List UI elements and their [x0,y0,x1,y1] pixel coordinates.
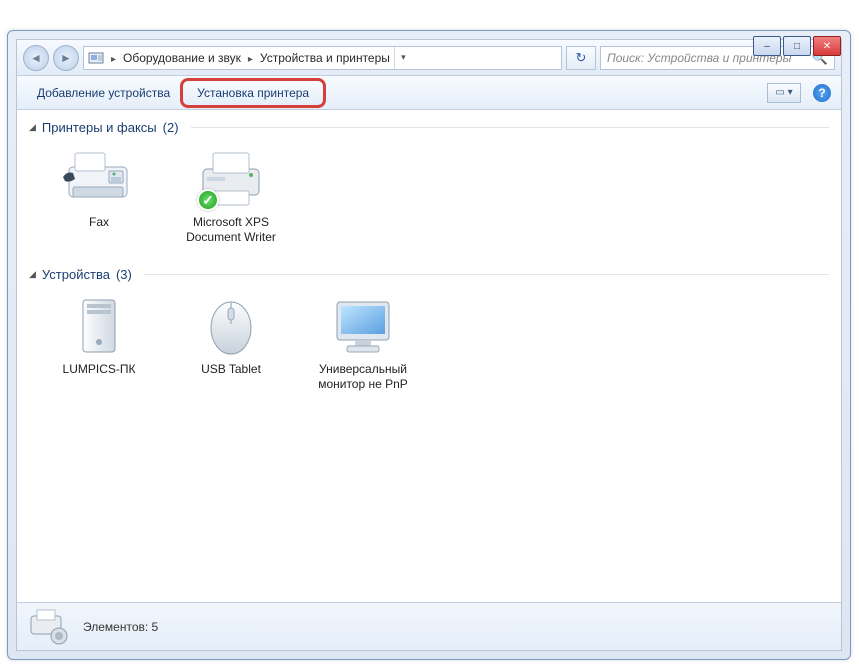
devices-icon [88,50,104,66]
window-controls: – □ ✕ [753,36,841,56]
group-count: (2) [163,120,179,135]
collapse-icon: ◢ [29,269,36,280]
address-dropdown-icon[interactable]: ▾ [394,47,412,69]
group-header-printers[interactable]: ◢ Принтеры и факсы (2) [17,116,841,141]
status-label: Элементов: [83,620,148,634]
device-item[interactable]: Универсальный монитор не PnP [309,292,417,392]
refresh-button[interactable]: ↻ [566,46,596,70]
group-divider [144,274,829,275]
device-label: Универсальный монитор не PnP [309,362,417,392]
device-label: LUMPICS-ПК [63,362,136,377]
device-item[interactable]: LUMPICS-ПК [45,292,153,392]
device-label: Fax [89,215,109,230]
command-bar: Добавление устройства Установка принтера… [17,76,841,110]
monitor-icon [323,292,403,360]
group-header-devices[interactable]: ◢ Устройства (3) [17,263,841,288]
group-items-devices: LUMPICS-ПК USB Tablet [17,288,841,410]
status-count: 5 [152,620,159,634]
back-button[interactable]: ◄ [23,45,49,71]
group-title: Принтеры и факсы [42,120,157,135]
address-bar[interactable]: Оборудование и звук Устройства и принтер… [83,46,562,70]
status-text: Элементов: 5 [83,620,158,634]
status-category-icon [29,608,71,646]
group-items-printers: Fax ✓ Microsoft XPS Document Writer [17,141,841,263]
breadcrumb-sep-icon [245,51,256,65]
device-label: USB Tablet [201,362,261,377]
mouse-icon [191,292,271,360]
collapse-icon: ◢ [29,122,36,133]
forward-button[interactable]: ► [53,45,79,71]
default-check-icon: ✓ [197,189,219,211]
content-area: ◢ Принтеры и факсы (2) [17,110,841,602]
device-label: Microsoft XPS Document Writer [177,215,285,245]
close-button[interactable]: ✕ [813,36,841,56]
minimize-button[interactable]: – [753,36,781,56]
device-item[interactable]: USB Tablet [177,292,285,392]
device-item[interactable]: Fax [45,145,153,245]
fax-icon [59,145,139,213]
status-bar: Элементов: 5 [17,602,841,650]
maximize-button[interactable]: □ [783,36,811,56]
window-client-area: ◄ ► Оборудование и звук Устройства и при… [16,39,842,651]
device-item[interactable]: ✓ Microsoft XPS Document Writer [177,145,285,245]
view-mode-dropdown[interactable]: ▭ ▾ [767,83,801,103]
group-title: Устройства [42,267,110,282]
breadcrumb-sep-icon [108,51,119,65]
computer-icon [59,292,139,360]
printer-icon: ✓ [191,145,271,213]
add-printer-button[interactable]: Установка принтера [180,78,326,108]
add-device-button[interactable]: Добавление устройства [27,82,180,104]
breadcrumb-part[interactable]: Оборудование и звук [123,51,241,65]
group-divider [191,127,829,128]
help-icon[interactable]: ? [813,84,831,102]
breadcrumb-part[interactable]: Устройства и принтеры [260,51,390,65]
window-frame: ◄ ► Оборудование и звук Устройства и при… [7,30,851,660]
nav-bar: ◄ ► Оборудование и звук Устройства и при… [17,40,841,76]
group-count: (3) [116,267,132,282]
